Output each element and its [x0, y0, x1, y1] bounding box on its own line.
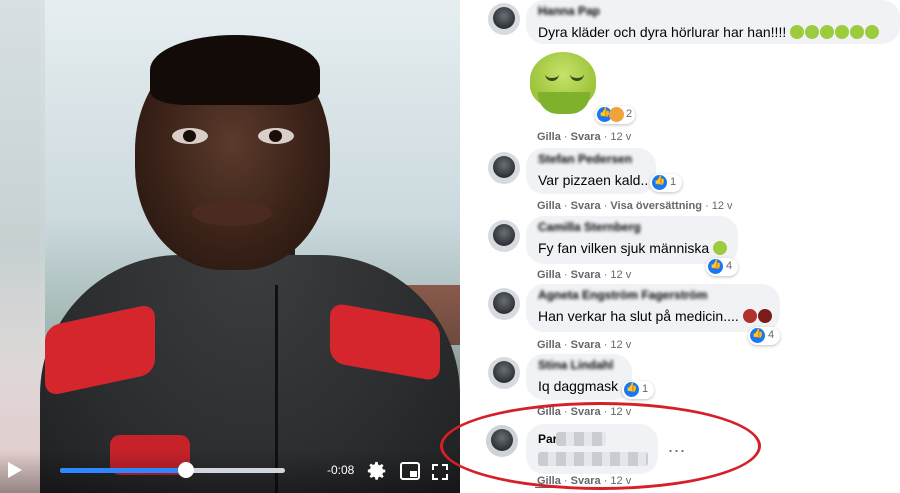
reaction-count[interactable]: 1 — [622, 381, 654, 399]
comment-actions: Gilla · Svara · 12 v — [537, 131, 632, 143]
comment-text: Iq daggmask — [538, 378, 619, 394]
like-icon — [624, 382, 639, 397]
comment-age[interactable]: 12 v — [610, 131, 631, 143]
gear-icon[interactable] — [366, 460, 388, 482]
angry-icon — [609, 107, 624, 122]
person-eye-right — [258, 128, 294, 144]
comment-age[interactable]: 12 v — [610, 339, 631, 351]
reply-link[interactable]: Svara — [571, 339, 601, 351]
devil-emoji-icon — [742, 309, 757, 323]
reply-link[interactable]: Svara — [571, 131, 601, 143]
video-player[interactable]: -0:08 — [0, 0, 460, 493]
like-link[interactable]: Gilla — [537, 131, 561, 143]
avatar[interactable] — [488, 3, 520, 35]
reaction-count[interactable]: 4 — [706, 258, 738, 276]
like-icon — [652, 175, 667, 190]
comment-text: Fy fan vilken sjuk människa — [538, 240, 728, 256]
avatar[interactable] — [488, 288, 520, 320]
comment-author[interactable]: Hanna Pap — [538, 4, 600, 18]
reply-link[interactable]: Svara — [571, 269, 601, 281]
like-link[interactable]: Gilla — [537, 200, 561, 212]
comment-text: Var pizzaen kald.. — [538, 172, 649, 188]
person-eye-left — [172, 128, 208, 144]
play-icon[interactable] — [8, 462, 22, 478]
person-hair — [150, 35, 320, 105]
time-remaining: -0:08 — [327, 463, 355, 477]
sick-emoji-icon — [786, 24, 880, 40]
seek-bar[interactable] — [60, 468, 285, 473]
like-icon — [750, 328, 765, 343]
fullscreen-icon[interactable] — [432, 464, 448, 480]
sticker-drip — [538, 92, 590, 114]
avatar[interactable] — [488, 152, 520, 184]
seek-bar-handle[interactable] — [178, 462, 194, 478]
like-link[interactable]: Gilla — [537, 339, 561, 351]
reaction-count[interactable]: 4 — [748, 327, 780, 345]
reaction-count[interactable]: 1 — [650, 174, 682, 192]
comment-author[interactable]: Camilla Sternberg — [538, 220, 641, 234]
reply-link[interactable]: Svara — [571, 200, 601, 212]
devil-emoji-icon — [757, 309, 772, 323]
like-link[interactable]: Gilla — [537, 269, 561, 281]
seek-bar-progress — [60, 468, 186, 473]
highlight-circle — [440, 402, 761, 490]
comment-age[interactable]: 12 v — [610, 269, 631, 281]
comment-text: Dyra kläder och dyra hörlurar har han!!!… — [538, 24, 880, 40]
comment-text: Han verkar ha slut på medicin.... — [538, 308, 773, 324]
video-side-blur — [0, 0, 45, 493]
avatar[interactable] — [488, 220, 520, 252]
comment-actions: Gilla · Svara · 12 v — [537, 339, 632, 351]
comment-author[interactable]: Stefan Pedersen — [538, 152, 632, 166]
comment-author[interactable]: Agneta Engström Fagerström — [538, 288, 707, 302]
pip-icon[interactable] — [400, 461, 420, 481]
comment-author[interactable]: Stina Lindahl — [538, 358, 613, 372]
avatar[interactable] — [488, 357, 520, 389]
person-mouth — [192, 200, 272, 226]
comment-actions: Gilla · Svara · Visa översättning · 12 v — [537, 200, 733, 212]
comment-actions: Gilla · Svara · 12 v — [537, 269, 632, 281]
reaction-count[interactable]: 2 — [595, 106, 635, 124]
sick-emoji-icon — [713, 241, 728, 255]
see-translation-link[interactable]: Visa översättning — [610, 200, 702, 212]
comment-age[interactable]: 12 v — [712, 200, 733, 212]
like-icon — [708, 259, 723, 274]
